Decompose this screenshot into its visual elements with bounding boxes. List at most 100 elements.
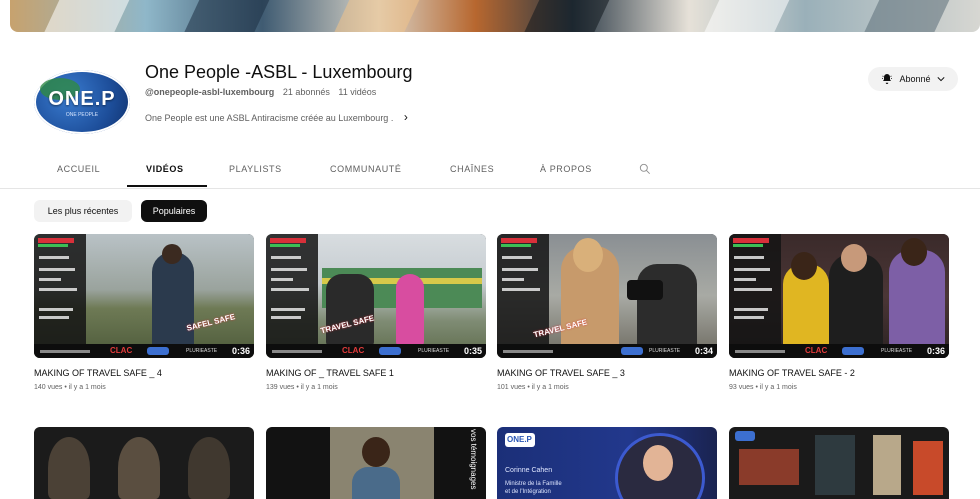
video-thumbnail[interactable]: SAFEL SAFE CLAC PLURIEASTE 0:36 (34, 234, 254, 358)
banner-shape (326, 0, 424, 32)
camera-operator (637, 264, 697, 350)
channel-avatar[interactable]: ONE.P ONE PEOPLE (34, 70, 130, 134)
tab-communaute[interactable]: COMMUNAUTÉ (330, 164, 402, 174)
info-panel (266, 234, 318, 346)
person-head (362, 437, 390, 467)
clac-logo: CLAC (805, 346, 828, 355)
footer-line (503, 350, 553, 353)
footer-line (735, 350, 785, 353)
panel-line (502, 268, 538, 271)
statue-figure (48, 437, 90, 499)
side-caption: vos témoignages (469, 429, 478, 490)
panel-line (502, 278, 524, 281)
panel-line (271, 288, 309, 291)
search-icon[interactable] (638, 162, 652, 176)
camera-operator (326, 274, 374, 346)
footer-line (272, 350, 322, 353)
chip-most-recent[interactable]: Les plus récentes (34, 200, 132, 222)
video-title[interactable]: MAKING OF _ TRAVEL SAFE 1 (266, 368, 486, 378)
panel-bar (501, 238, 537, 243)
panel-line (734, 256, 764, 259)
plurieaste-label: PLURIEASTE (418, 348, 450, 354)
display-case (815, 435, 855, 495)
banner-shape (856, 0, 954, 32)
guest-title-line: Ministre de la Famille (505, 481, 562, 487)
video-thumbnail[interactable]: TRAVEL SAFE CLAC PLURIEASTE 0:35 (266, 234, 486, 358)
plurieaste-label: PLURIEASTE (186, 348, 218, 354)
panel-line (39, 308, 73, 311)
avatar-logo-text: ONE.P (48, 88, 116, 110)
banner-shape (176, 0, 274, 32)
video-meta: 93 vues • il y a 1 mois (729, 384, 797, 391)
footer-line (40, 350, 90, 353)
person-head (643, 445, 673, 481)
video-meta: 140 vues • il y a 1 mois (34, 384, 106, 391)
video-duration: 0:36 (231, 346, 250, 356)
video-duration: 0:35 (463, 346, 482, 356)
video-card[interactable]: CLAC PLURIEASTE 0:36 MAKING OF TRAVEL SA… (729, 234, 949, 391)
subscriber-count: 21 abonnés (282, 87, 330, 97)
video-thumbnail[interactable]: vos témoignages (266, 427, 486, 499)
plurieaste-label: PLURIEASTE (649, 348, 681, 354)
channel-banner (10, 0, 980, 32)
video-thumbnail[interactable]: CLAC PLURIEASTE 0:36 (729, 234, 949, 358)
video-title[interactable]: MAKING OF TRAVEL SAFE _ 4 (34, 368, 254, 378)
onep-logo-text: ONE.P (507, 435, 532, 444)
panel-bar (38, 238, 74, 243)
channel-meta: @onepeople-asbl-luxembourg 21 abonnés 11… (145, 87, 382, 97)
info-panel (34, 234, 86, 346)
thumbnail-footer: CLAC PLURIEASTE (266, 344, 486, 358)
video-thumbnail[interactable]: TRAVEL SAFE PLURIEASTE 0:34 (497, 234, 717, 358)
panel-line (39, 268, 75, 271)
video-thumbnail[interactable] (34, 427, 254, 499)
onep-logo (842, 347, 864, 355)
tab-accueil[interactable]: ACCUEIL (57, 164, 100, 174)
display-case (913, 441, 943, 495)
subscribed-button[interactable]: Abonné (868, 67, 958, 91)
channel-description-text: One People est une ASBL Antiracisme créé… (145, 113, 394, 123)
onep-logo (621, 347, 643, 355)
panel-line (39, 288, 77, 291)
panel-line (271, 278, 293, 281)
panel-bar (270, 244, 300, 247)
tab-videos[interactable]: VIDÉOS (146, 164, 184, 174)
person-head (162, 244, 182, 264)
person-head (791, 252, 817, 280)
banner-shape (516, 0, 614, 32)
person-figure (152, 252, 194, 352)
banner-shape (36, 0, 134, 32)
video-thumbnail[interactable]: ONE.P Corinne Cahen Ministre de la Famil… (497, 427, 717, 499)
panel-line (271, 268, 307, 271)
statue-figure (188, 437, 230, 499)
video-card[interactable]: SAFEL SAFE CLAC PLURIEASTE 0:36 MAKING O… (34, 234, 254, 391)
tab-chaines[interactable]: CHAÎNES (450, 164, 494, 174)
onep-logo (147, 347, 169, 355)
tab-playlists[interactable]: PLAYLISTS (229, 164, 282, 174)
guest-name: Corinne Cahen (505, 467, 553, 474)
panel-line (39, 316, 69, 319)
video-card[interactable]: TRAVEL SAFE CLAC PLURIEASTE 0:35 MAKING … (266, 234, 486, 391)
tab-a-propos[interactable]: À PROPOS (540, 164, 592, 174)
panel-line (734, 316, 764, 319)
thumbnail-footer: CLAC PLURIEASTE (34, 344, 254, 358)
person-figure (352, 467, 400, 499)
chevron-right-icon[interactable]: › (404, 110, 408, 124)
thumbnail-footer: PLURIEASTE (497, 344, 717, 358)
panel-bar (733, 238, 769, 243)
video-meta: 101 vues • il y a 1 mois (497, 384, 569, 391)
panel-line (271, 256, 301, 259)
video-title[interactable]: MAKING OF TRAVEL SAFE _ 3 (497, 368, 717, 378)
chip-popular[interactable]: Populaires (141, 200, 207, 222)
active-tab-indicator (127, 185, 207, 187)
panel-line (734, 278, 756, 281)
panel-line (271, 316, 301, 319)
onep-logo (379, 347, 401, 355)
video-card[interactable]: TRAVEL SAFE PLURIEASTE 0:34 MAKING OF TR… (497, 234, 717, 391)
bell-icon (882, 74, 893, 84)
video-duration: 0:36 (926, 346, 945, 356)
display-case (873, 435, 901, 495)
channel-description[interactable]: One People est une ASBL Antiracisme créé… (145, 110, 408, 124)
channel-handle: @onepeople-asbl-luxembourg (145, 87, 275, 97)
video-thumbnail[interactable] (729, 427, 949, 499)
video-title[interactable]: MAKING OF TRAVEL SAFE - 2 (729, 368, 949, 378)
